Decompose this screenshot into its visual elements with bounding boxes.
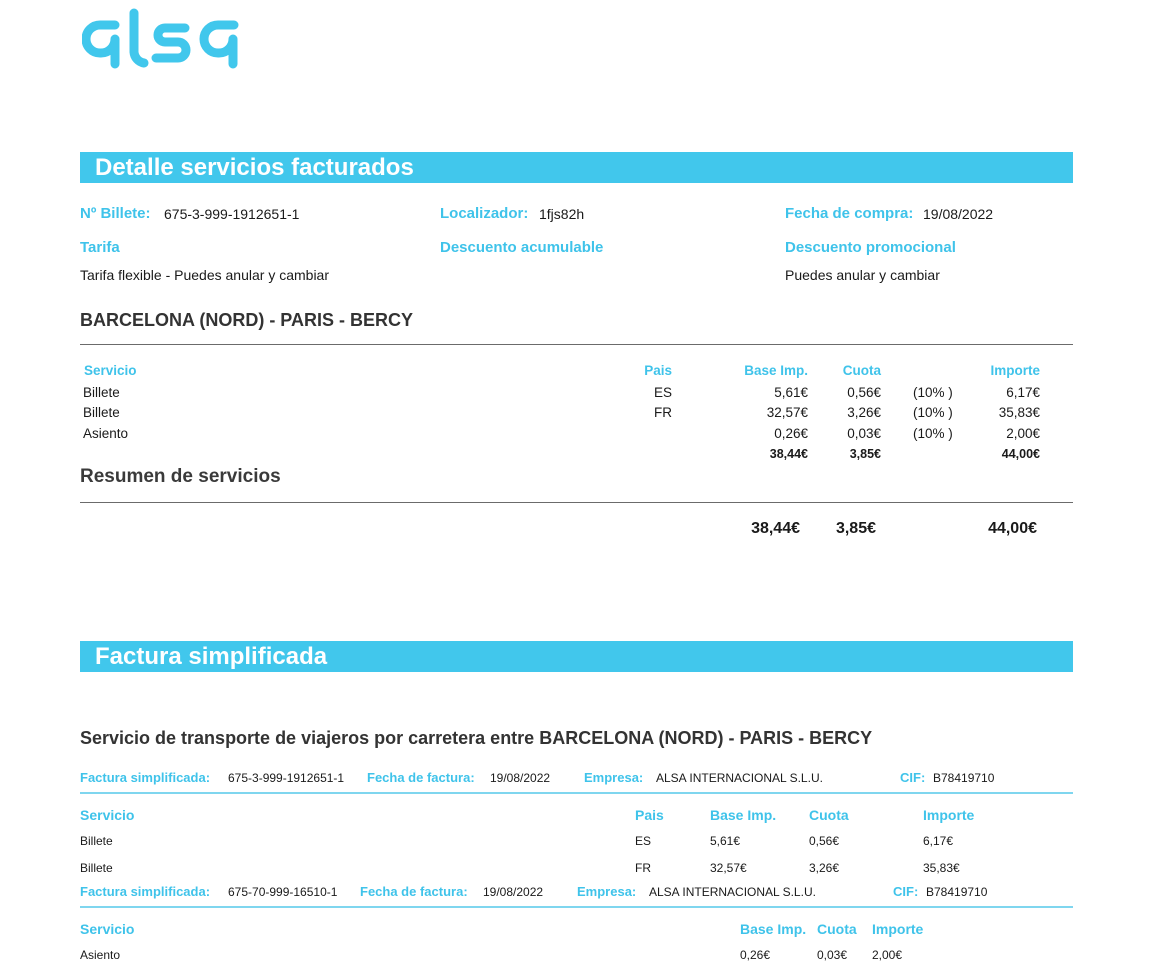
col-header-importe: Importe	[923, 807, 975, 823]
table-row-pais: ES	[653, 385, 672, 400]
descuento-promocional-label: Descuento promocional	[785, 239, 956, 256]
divider	[80, 792, 1073, 794]
empresa-label: Empresa:	[584, 770, 644, 785]
resumen-title: Resumen de servicios	[80, 466, 281, 487]
descuento-promocional-value: Puedes anular y cambiar	[785, 267, 940, 283]
factura-value: 675-3-999-1912651-1	[228, 771, 345, 785]
resumen-importe: 44,00€	[988, 520, 1037, 537]
section-header-detalle: Detalle servicios facturados	[80, 152, 1073, 183]
table-row-base: 32,57€	[710, 861, 747, 875]
tarifa-value: Tarifa flexible - Puedes anular y cambia…	[80, 267, 330, 283]
col-header-pais: Pais	[635, 807, 664, 823]
resumen-cuota: 3,85€	[835, 520, 876, 537]
section-title: Factura simplificada	[95, 643, 328, 670]
localizador-value: 1fjs82h	[539, 206, 585, 222]
cif-value: B78419710	[933, 771, 995, 785]
divider	[80, 906, 1073, 908]
empresa-value: ALSA INTERNACIONAL S.L.U.	[656, 771, 823, 785]
table-row-cuota: 3,26€	[809, 861, 840, 875]
table-row-importe: 35,83€	[998, 405, 1040, 420]
fecha-compra-label: Fecha de compra:	[785, 205, 914, 222]
alsa-logo-mark	[81, 8, 239, 69]
col-header-importe: Importe	[872, 921, 924, 937]
alsa-logo	[81, 0, 247, 80]
tarifa-label: Tarifa	[80, 239, 120, 256]
factura-label: Factura simplificada:	[80, 884, 211, 899]
table-row-cuota: 0,03€	[847, 426, 881, 441]
col-header-cuota: Cuota	[809, 807, 849, 823]
billete-label: Nº Billete:	[80, 205, 151, 222]
table-row-iva: (10% )	[913, 405, 953, 420]
cif-label: CIF:	[893, 884, 919, 899]
factura-value: 675-70-999-16510-1	[228, 885, 338, 899]
table-row-base: 5,61€	[774, 385, 808, 400]
table-row-servicio: Billete	[80, 834, 113, 848]
factura-description: Servicio de transporte de viajeros por c…	[80, 728, 873, 748]
table-row-importe: 2,00€	[1006, 426, 1040, 441]
table-row-servicio: Billete	[83, 405, 120, 420]
table-row-importe: 35,83€	[923, 861, 960, 875]
col-header-cuota: Cuota	[817, 921, 857, 937]
fecha-factura-value: 19/08/2022	[483, 885, 544, 899]
col-header-pais: Pais	[644, 363, 672, 378]
table-row-pais: FR	[635, 861, 651, 875]
fecha-factura-label: Fecha de factura:	[367, 770, 475, 785]
table-row-importe: 6,17€	[1006, 385, 1040, 400]
col-header-importe: Importe	[990, 363, 1040, 378]
fecha-factura-label: Fecha de factura:	[360, 884, 468, 899]
table-row-base: 0,26€	[740, 948, 771, 962]
col-header-base: Base Imp.	[740, 921, 807, 937]
col-header-servicio: Servicio	[80, 921, 135, 937]
col-header-base: Base Imp.	[744, 363, 808, 378]
table-row-cuota: 0,56€	[809, 834, 840, 848]
table-row-iva: (10% )	[913, 385, 953, 400]
section-title: Detalle servicios facturados	[95, 154, 414, 181]
factura-label: Factura simplificada:	[80, 770, 211, 785]
section-header-factura: Factura simplificada	[80, 641, 1073, 672]
subtotal-base: 38,44€	[769, 447, 808, 461]
table-row-servicio: Asiento	[83, 426, 129, 441]
subtotal-importe: 44,00€	[1001, 447, 1040, 461]
table-row-base: 0,26€	[774, 426, 808, 441]
table-row-servicio: Billete	[83, 385, 120, 400]
cif-label: CIF:	[900, 770, 926, 785]
col-header-servicio: Servicio	[84, 363, 137, 378]
billete-value: 675-3-999-1912651-1	[164, 206, 300, 222]
empresa-value: ALSA INTERNACIONAL S.L.U.	[649, 885, 816, 899]
divider	[80, 502, 1073, 503]
col-header-base: Base Imp.	[710, 807, 777, 823]
table-row-pais: ES	[635, 834, 652, 848]
col-header-servicio: Servicio	[80, 807, 135, 823]
empresa-label: Empresa:	[577, 884, 637, 899]
table-row-iva: (10% )	[913, 426, 953, 441]
table-row-cuota: 0,03€	[817, 948, 848, 962]
table-row-base: 32,57€	[766, 405, 808, 420]
table-row-servicio: Asiento	[80, 948, 121, 962]
table-row-servicio: Billete	[80, 861, 113, 875]
table-row-cuota: 0,56€	[847, 385, 881, 400]
resumen-base: 38,44€	[751, 520, 800, 537]
localizador-label: Localizador:	[440, 205, 529, 222]
fecha-factura-value: 19/08/2022	[490, 771, 551, 785]
table-row-pais: FR	[654, 405, 672, 420]
descuento-acumulable-label: Descuento acumulable	[440, 239, 604, 256]
fecha-compra-value: 19/08/2022	[923, 206, 994, 222]
table-row-importe: 6,17€	[923, 834, 954, 848]
col-header-cuota: Cuota	[842, 363, 881, 378]
route-title: BARCELONA (NORD) - PARIS - BERCY	[80, 310, 413, 330]
table-row-importe: 2,00€	[872, 948, 903, 962]
table-row-cuota: 3,26€	[847, 405, 881, 420]
divider	[80, 344, 1073, 345]
table-row-base: 5,61€	[710, 834, 741, 848]
subtotal-cuota: 3,85€	[849, 447, 881, 461]
cif-value: B78419710	[926, 885, 988, 899]
